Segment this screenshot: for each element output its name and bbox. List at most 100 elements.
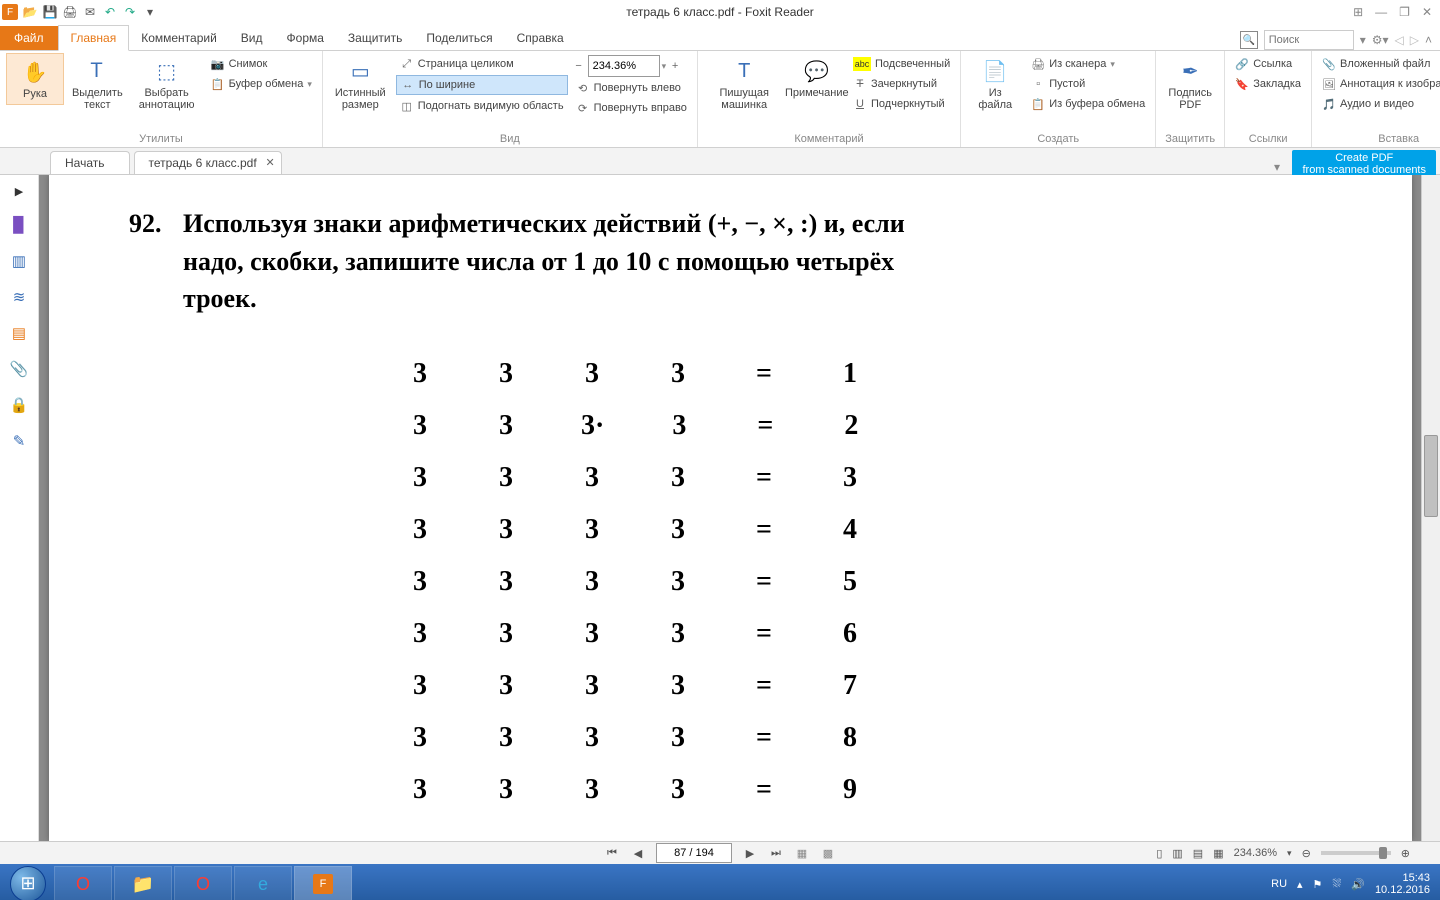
taskbar-opera-button[interactable]: O: [54, 866, 112, 900]
zoom-in-icon[interactable]: +: [668, 59, 682, 73]
audio-video-button[interactable]: 🎵Аудио и видео: [1318, 95, 1440, 113]
rotate-right-button[interactable]: ⟳Повернуть вправо: [572, 99, 691, 117]
from-clipboard-button[interactable]: 📋Из буфера обмена: [1027, 95, 1149, 113]
page-number-input[interactable]: [656, 843, 732, 863]
bookmarks-panel-icon[interactable]: ▉: [10, 216, 28, 234]
fit-visible-button[interactable]: ◫Подогнать видимую область: [396, 97, 568, 115]
blank-button[interactable]: ▫Пустой: [1027, 75, 1149, 93]
last-page-icon[interactable]: ⏭: [768, 847, 784, 860]
close-tab-icon[interactable]: ✕: [265, 156, 274, 169]
promo-banner[interactable]: Create PDF from scanned documents: [1292, 150, 1436, 178]
tray-volume-icon[interactable]: 🔊: [1351, 878, 1365, 891]
save-icon[interactable]: 💾: [42, 4, 58, 20]
select-text-button[interactable]: Ꭲ Выделить текст: [68, 53, 127, 115]
view-mode1-icon[interactable]: ▯: [1156, 847, 1162, 860]
fit-width-button[interactable]: ↔По ширине: [396, 75, 568, 95]
file-tab[interactable]: Файл: [0, 26, 58, 50]
page-view2-icon[interactable]: ▩: [820, 847, 836, 860]
vertical-scrollbar[interactable]: [1421, 175, 1440, 841]
ribbon-collapse-icon[interactable]: ˄: [1425, 33, 1432, 47]
zoom-dropdown-icon[interactable]: ▾: [662, 61, 667, 72]
pages-panel-icon[interactable]: ▥: [10, 252, 28, 270]
tab-start-page[interactable]: Начать: [50, 151, 130, 174]
taskbar-foxit-button[interactable]: F: [294, 866, 352, 900]
tab-current-document[interactable]: тетрадь 6 класс.pdf ✕: [134, 151, 282, 174]
tray-chevron-icon[interactable]: ▴: [1297, 878, 1303, 891]
from-file-button[interactable]: 📄 Из файла: [967, 53, 1023, 115]
search-input[interactable]: [1264, 30, 1354, 50]
tab-form[interactable]: Форма: [275, 26, 336, 50]
zoom-slider-thumb[interactable]: [1379, 847, 1387, 859]
print-icon[interactable]: 🖨: [62, 4, 78, 20]
maximize-icon[interactable]: ❐: [1399, 5, 1410, 19]
status-zoom-out-icon[interactable]: ⊖: [1302, 847, 1311, 860]
tray-clock[interactable]: 15:43 10.12.2016: [1375, 872, 1430, 896]
status-zoom-in-icon[interactable]: ⊕: [1401, 847, 1410, 860]
zoom-out-icon[interactable]: −: [572, 59, 586, 73]
attachments-panel-icon[interactable]: 📎: [10, 360, 28, 378]
rotate-left-button[interactable]: ⟲Повернуть влево: [572, 79, 691, 97]
strikethrough-button[interactable]: TЗачеркнутый: [849, 75, 954, 93]
tab-comment[interactable]: Комментарий: [129, 26, 229, 50]
comments-panel-icon[interactable]: ▤: [10, 324, 28, 342]
close-window-icon[interactable]: ✕: [1422, 5, 1432, 19]
from-scanner-button[interactable]: 🖨Из сканера▾: [1027, 55, 1149, 73]
start-button[interactable]: [4, 866, 52, 900]
email-icon[interactable]: ✉: [82, 4, 98, 20]
scrollbar-thumb[interactable]: [1424, 435, 1438, 517]
tab-help[interactable]: Справка: [505, 26, 576, 50]
document-viewport[interactable]: 92.Используя знаки арифметических действ…: [39, 175, 1440, 841]
minimize-icon[interactable]: —: [1375, 5, 1387, 19]
qat-dropdown-icon[interactable]: ▾: [142, 4, 158, 20]
prev-page-icon[interactable]: ◀: [630, 847, 646, 860]
nav-fwd-icon[interactable]: ▷: [1410, 33, 1419, 47]
first-page-icon[interactable]: ⏮: [604, 847, 620, 860]
taskbar-ie-button[interactable]: e: [234, 866, 292, 900]
search-dropdown-icon[interactable]: ▾: [1360, 33, 1366, 47]
undo-icon[interactable]: ↶: [102, 4, 118, 20]
nav-back-icon[interactable]: ◁: [1395, 33, 1404, 47]
highlight-button[interactable]: abcПодсвеченный: [849, 55, 954, 73]
page-view-icon[interactable]: ▦: [794, 847, 810, 860]
status-zoom-dropdown-icon[interactable]: ▾: [1287, 848, 1292, 859]
security-panel-icon[interactable]: 🔒: [10, 396, 28, 414]
layers-panel-icon[interactable]: ≋: [10, 288, 28, 306]
search-icon[interactable]: 🔍: [1240, 31, 1258, 49]
view-mode3-icon[interactable]: ▤: [1193, 847, 1203, 860]
signatures-panel-icon[interactable]: ✎: [10, 432, 28, 450]
view-mode2-icon[interactable]: ▥: [1172, 847, 1182, 860]
redo-icon[interactable]: ↷: [122, 4, 138, 20]
bookmark-button[interactable]: 🔖Закладка: [1231, 75, 1305, 93]
typewriter-button[interactable]: T Пишущая машинка: [704, 53, 785, 115]
select-annotation-button[interactable]: ⬚ Выбрать аннотацию: [131, 53, 203, 115]
rail-expand-icon[interactable]: ▶: [15, 185, 23, 198]
link-button[interactable]: 🔗Ссылка: [1231, 55, 1305, 73]
clipboard-button[interactable]: 📋Буфер обмена▾: [207, 75, 316, 93]
tray-security-icon[interactable]: ⚑: [1313, 878, 1323, 891]
tray-network-icon[interactable]: ⛆: [1332, 878, 1341, 891]
tab-home[interactable]: Главная: [58, 25, 130, 51]
next-page-icon[interactable]: ▶: [742, 847, 758, 860]
taskbar-explorer-button[interactable]: 📁: [114, 866, 172, 900]
sign-pdf-button[interactable]: ✒ Подпись PDF: [1162, 53, 1218, 115]
note-button[interactable]: 💬 Примечание: [789, 53, 845, 103]
zoom-input[interactable]: [588, 55, 660, 77]
tab-overflow-icon[interactable]: ▾: [1274, 160, 1280, 174]
hand-tool-button[interactable]: ✋ Рука: [6, 53, 64, 105]
tab-protect[interactable]: Защитить: [336, 26, 414, 50]
tab-view[interactable]: Вид: [229, 26, 275, 50]
view-mode4-icon[interactable]: ▦: [1213, 847, 1223, 860]
tab-share[interactable]: Поделиться: [414, 26, 504, 50]
open-icon[interactable]: 📂: [22, 4, 38, 20]
tray-lang[interactable]: RU: [1271, 878, 1287, 890]
actual-size-button[interactable]: ▭ Истинный размер: [329, 53, 392, 115]
fit-page-button[interactable]: ⤢Страница целиком: [396, 55, 568, 73]
snapshot-button[interactable]: 📷Снимок: [207, 55, 316, 73]
taskbar-opera2-button[interactable]: O: [174, 866, 232, 900]
zoom-slider[interactable]: [1321, 851, 1391, 855]
underline-button[interactable]: UПодчеркнутый: [849, 95, 954, 113]
file-attachment-button[interactable]: 📎Вложенный файл: [1318, 55, 1440, 73]
gear-icon[interactable]: ⚙▾: [1372, 33, 1389, 47]
image-annotation-button[interactable]: 🖼Аннотация к изображению: [1318, 75, 1440, 93]
ribbon-options-icon[interactable]: ⊞: [1353, 5, 1363, 19]
